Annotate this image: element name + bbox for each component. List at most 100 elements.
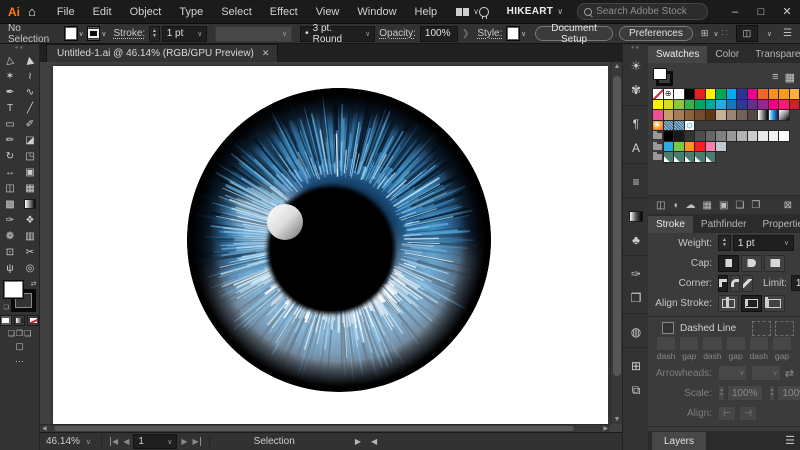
close-button[interactable]: ✕ [774, 0, 800, 24]
asset-export-panel-icon[interactable]: ⧉ [623, 378, 649, 402]
free-transform-tool[interactable]: ▣ [20, 164, 40, 180]
align-options-chevron[interactable]: ∨ [713, 30, 718, 38]
artboard-navigation-field[interactable]: 1∨ [133, 434, 177, 449]
tab-transparency[interactable]: Transparency [747, 46, 800, 63]
fill-swatch[interactable] [3, 280, 24, 299]
swatch[interactable] [779, 100, 789, 110]
layers-menu-icon[interactable]: ☰ [785, 434, 800, 450]
draw-normal-icon[interactable]: ❏ [8, 329, 15, 338]
swatch[interactable] [748, 89, 758, 99]
swatch[interactable] [727, 110, 737, 120]
fill-color-chip[interactable] [64, 26, 78, 41]
symbol-sprayer-tool[interactable]: ❁ [0, 228, 20, 244]
swatch[interactable] [674, 89, 684, 99]
list-view-icon[interactable]: ≡ [772, 71, 778, 84]
minimize-button[interactable]: – [722, 0, 748, 24]
menu-file[interactable]: File [48, 6, 84, 18]
swatch[interactable] [685, 152, 695, 162]
limit-field[interactable]: 10 [791, 275, 800, 291]
horizontal-scroll-thumb[interactable] [54, 426, 574, 431]
align-stroke-outside-button[interactable] [764, 295, 785, 312]
magic-wand-tool[interactable]: ✶ [0, 68, 20, 84]
stroke-panel-link[interactable]: Stroke: [114, 28, 146, 39]
symbols-panel-icon[interactable]: ♣ [623, 228, 649, 252]
direct-selection-tool[interactable]: ▶ [20, 52, 40, 68]
screen-mode-button[interactable]: ▢ [0, 341, 39, 352]
swatch[interactable] [727, 100, 737, 110]
swatch[interactable] [695, 131, 705, 141]
fill-stroke-control[interactable]: ⇄ ❏ [3, 280, 37, 312]
account-chevron[interactable]: ∨ [557, 7, 563, 16]
artboards-panel-icon[interactable]: ⊞ [623, 354, 649, 378]
swatch[interactable] [716, 100, 726, 110]
new-swatch-icon[interactable]: ❐ [751, 200, 760, 211]
status-indicator[interactable]: Selection [254, 436, 295, 447]
swatch[interactable] [758, 131, 768, 141]
swatch[interactable] [769, 131, 779, 141]
horizontal-scrollbar[interactable]: ◀ ▶ [40, 424, 610, 432]
document-tab[interactable]: Untitled-1.ai @ 46.14% (RGB/GPU Preview)… [46, 44, 278, 62]
swatch[interactable] [748, 131, 758, 141]
swatch[interactable] [748, 100, 758, 110]
cap-round-button[interactable] [741, 255, 762, 272]
zoom-chevron[interactable]: ∨ [86, 438, 91, 446]
zoom-level[interactable]: 46.14% [46, 436, 80, 447]
swatch[interactable] [664, 152, 674, 162]
swatch[interactable] [706, 89, 716, 99]
preferences-button[interactable]: Preferences [619, 26, 693, 41]
swatch[interactable] [716, 110, 726, 120]
cap-projecting-button[interactable] [764, 255, 785, 272]
discover-lightbulb-icon[interactable] [479, 7, 489, 17]
brush-definition-dropdown[interactable]: • 3 pt. Round ∨ [300, 26, 375, 42]
mesh-tool[interactable]: ▩ [0, 196, 20, 212]
swatch[interactable] [737, 100, 747, 110]
swatch[interactable] [779, 131, 789, 141]
swatch[interactable] [653, 121, 663, 131]
swatch[interactable] [664, 142, 674, 152]
menu-select[interactable]: Select [212, 6, 261, 18]
eyedropper-tool[interactable]: ✑ [0, 212, 20, 228]
swatch[interactable] [737, 110, 747, 120]
align-stroke-center-button[interactable] [718, 295, 739, 312]
app-logo[interactable]: Ai [8, 5, 20, 19]
stroke-chevron[interactable]: ∨ [101, 30, 106, 38]
stroke-weight-stepper[interactable]: ▲▼ [149, 26, 160, 42]
shaper-tool[interactable]: ✏ [0, 132, 20, 148]
account-name[interactable]: HIKEART [507, 6, 554, 17]
column-graph-tool[interactable]: ▥ [20, 228, 40, 244]
status-play-icon[interactable]: ▶ [355, 437, 361, 446]
perspective-grid-tool[interactable]: ▦ [20, 180, 40, 196]
adobe-stock-search-input[interactable]: Search Adobe Stock [577, 3, 708, 20]
align-options-icon[interactable]: ⊞ [701, 28, 709, 39]
tab-properties[interactable]: Properties [755, 216, 800, 233]
swatch[interactable] [716, 89, 726, 99]
arrange-documents-icon[interactable] [456, 8, 469, 16]
swatch[interactable] [706, 100, 716, 110]
swatch[interactable] [737, 131, 747, 141]
swatch[interactable] [790, 89, 800, 99]
last-artboard-icon[interactable]: ▶ [193, 437, 201, 446]
edit-toolbar-button[interactable]: ⋯ [0, 356, 39, 367]
first-artboard-icon[interactable]: ◀ [110, 437, 118, 446]
shape-builder-tool[interactable]: ◫ [0, 180, 20, 196]
color-group-folder-icon[interactable] [653, 142, 663, 152]
paragraph-panel-icon[interactable]: ¶ [623, 112, 649, 136]
style-chip[interactable] [506, 26, 520, 41]
swatch[interactable] [653, 100, 663, 110]
swatch[interactable] [716, 131, 726, 141]
swatch[interactable] [653, 110, 663, 120]
swatch[interactable] [695, 89, 705, 99]
swatch[interactable] [685, 121, 695, 131]
style-chevron[interactable]: ∨ [521, 30, 526, 38]
swatch[interactable] [674, 152, 684, 162]
color-mode-button[interactable] [0, 315, 12, 326]
corner-round-button[interactable] [730, 275, 740, 292]
swatch[interactable] [758, 110, 768, 120]
draw-inside-icon[interactable]: ❑ [24, 329, 31, 338]
default-fill-stroke-icon[interactable]: ❏ [4, 304, 9, 311]
more-options-chevron[interactable]: ❯ [462, 28, 470, 39]
opacity-field[interactable]: 100% [420, 26, 458, 42]
rectangle-tool[interactable]: ▭ [0, 116, 20, 132]
tab-layers[interactable]: Layers [652, 432, 706, 450]
width-tool[interactable]: ↔ [0, 164, 20, 180]
